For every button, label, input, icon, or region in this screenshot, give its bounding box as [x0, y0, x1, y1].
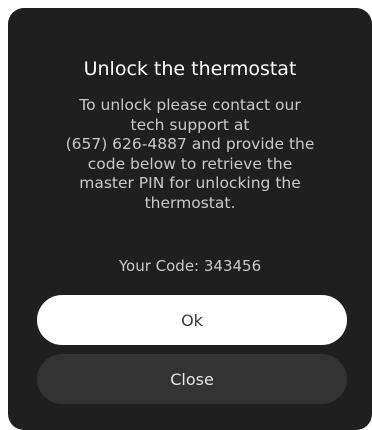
your-code-text: Your Code: 343456: [118, 257, 262, 275]
dialog-message: To unlock please contact our tech suppor…: [38, 96, 342, 214]
message-line: code below to retrieve the: [87, 154, 293, 173]
dialog-title: Unlock the thermostat: [83, 58, 297, 80]
message-line: To unlock please contact our: [79, 96, 301, 114]
close-button[interactable]: Close: [37, 354, 347, 404]
message-line: master PIN for unlocking the: [79, 174, 301, 193]
message-line: thermostat.: [144, 193, 236, 212]
ok-button[interactable]: Ok: [37, 295, 347, 345]
message-line-phone: (657) 626-4887 and provide the: [65, 135, 315, 154]
unlock-dialog: Unlock the thermostat To unlock please c…: [8, 8, 372, 430]
message-line: tech support at: [130, 115, 250, 134]
